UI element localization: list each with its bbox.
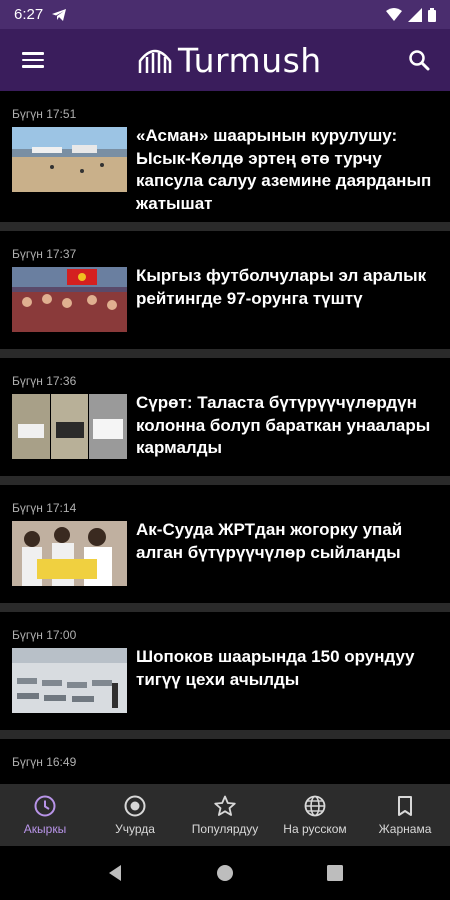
app-bar: Turmush [0, 29, 450, 91]
battery-icon [428, 7, 436, 22]
status-time: 6:27 [14, 6, 44, 23]
news-headline: Кыргыз футболчулары эл аралык рейтингде … [136, 266, 427, 308]
nav-item-popular[interactable]: Популярдуу [180, 784, 270, 846]
menu-icon [22, 52, 44, 55]
search-icon [409, 50, 430, 71]
news-headline: Сүрөт: Таласта бүтүрүүчүлөрдүн колонна б… [136, 393, 431, 457]
wifi-icon [386, 8, 402, 21]
news-item[interactable]: Бүгүн 17:14 Ак-Сууда ЖРТдан жогорку упай… [0, 485, 450, 612]
news-item[interactable]: Бүгүн 17:00 Шопоков шаарында 150 орундуу… [0, 612, 450, 739]
status-bar: 6:27 [0, 0, 450, 29]
recents-icon[interactable] [326, 864, 344, 882]
news-item[interactable]: Бүгүн 17:36 Сүрөт: Таласта бүтүрүүчүлөрд… [0, 358, 450, 485]
search-button[interactable] [404, 45, 434, 75]
news-headline: «Асман» шаарынын курулушу: Ысык-Көлдө эр… [136, 126, 432, 213]
news-headline: Ак-Сууда ЖРТдан жогорку упай алган бүтүр… [136, 520, 403, 562]
menu-icon-line [22, 58, 44, 62]
logo-text: Turmush [178, 40, 322, 80]
news-feed[interactable]: Бүгүн 17:51 «Асман» шаарынын курулушу: Ы… [0, 91, 450, 784]
nav-label: Акыркы [23, 822, 67, 836]
nav-item-current[interactable]: Учурда [90, 784, 180, 846]
news-time: Бүгүн 17:14 [12, 501, 77, 515]
news-thumbnail [12, 648, 127, 713]
news-time: Бүгүн 17:36 [12, 374, 77, 388]
back-icon[interactable] [106, 864, 124, 882]
nav-item-russian[interactable]: На русском [270, 784, 360, 846]
home-icon[interactable] [216, 864, 234, 882]
menu-button[interactable] [18, 47, 48, 73]
news-item[interactable]: Бүгүн 17:51 «Асман» шаарынын курулушу: Ы… [0, 91, 450, 231]
star-icon [214, 795, 236, 816]
news-time: Бүгүн 17:37 [12, 247, 77, 261]
news-thumbnail [12, 394, 127, 459]
globe-icon [304, 795, 326, 817]
nav-item-latest[interactable]: Акыркы [0, 784, 90, 846]
news-time: Бүгүн 17:00 [12, 628, 77, 642]
news-headline: Шопоков шаарында 150 орундуу тигүү цехи … [136, 647, 415, 689]
news-thumbnail [12, 127, 127, 192]
bottom-navigation: Акыркы Учурда Популярдуу На русском Жарн… [0, 784, 450, 846]
nav-label: Жарнама [378, 822, 432, 836]
app-logo[interactable]: Turmush [138, 39, 322, 81]
nav-label: На русском [283, 822, 347, 836]
news-item[interactable]: Бүгүн 16:49 [0, 739, 450, 784]
telegram-icon [52, 8, 67, 21]
signal-icon [408, 7, 422, 22]
menu-icon-line [22, 65, 44, 68]
news-thumbnail [12, 521, 127, 586]
logo-icon [138, 49, 172, 73]
news-time: Бүгүн 17:51 [12, 107, 77, 121]
nav-item-ads[interactable]: Жарнама [360, 784, 450, 846]
nav-label: Учурда [115, 822, 155, 836]
news-item[interactable]: Бүгүн 17:37 Кыргыз футболчулары эл аралы… [0, 231, 450, 358]
news-thumbnail [12, 267, 127, 332]
news-time: Бүгүн 16:49 [12, 755, 77, 769]
nav-label: Популярдуу [191, 822, 259, 836]
bookmark-icon [398, 796, 412, 816]
clock-icon [34, 795, 56, 817]
system-navigation [0, 846, 450, 900]
radio-icon [124, 795, 146, 817]
